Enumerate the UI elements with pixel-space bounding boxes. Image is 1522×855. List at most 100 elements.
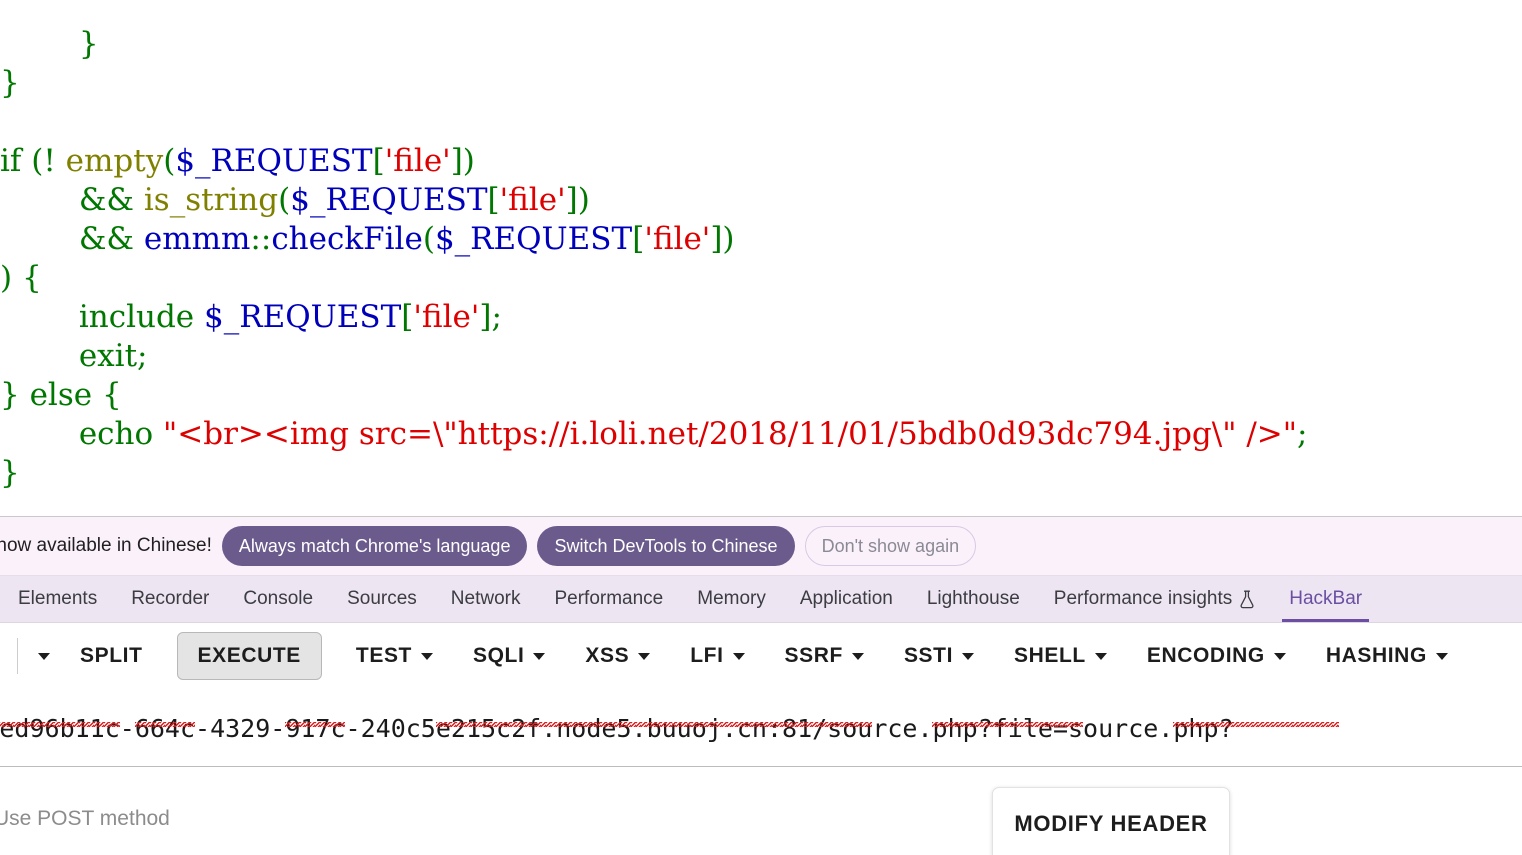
- code-token: ]): [565, 182, 590, 218]
- code-token: is_string: [143, 182, 279, 218]
- code-line: && emmm::checkFile($_REQUEST['file']): [0, 220, 1307, 259]
- hackbar-url-row: [0, 690, 1522, 767]
- code-token: ]): [710, 221, 735, 257]
- hackbar-shell-button[interactable]: SHELL: [1004, 644, 1117, 668]
- code-token: ]): [450, 143, 475, 179]
- code-token: 'file': [384, 143, 451, 179]
- code-token: [: [632, 221, 645, 257]
- modify-header-button[interactable]: MODIFY HEADER: [992, 787, 1230, 855]
- code-token: emmm: [143, 221, 251, 257]
- tab-label: Sources: [347, 588, 417, 609]
- code-token: 'file': [499, 182, 566, 218]
- hackbar-lfi-button[interactable]: LFI: [680, 644, 754, 668]
- php-source-code: }} if (! empty($_REQUEST['file']) && is_s…: [0, 25, 1307, 493]
- code-token: $_REQUEST: [434, 221, 633, 257]
- rendered-page-content: }} if (! empty($_REQUEST['file']) && is_s…: [0, 0, 1522, 516]
- tab-label: Lighthouse: [926, 588, 1020, 609]
- switch-devtools-to-chinese-button[interactable]: Switch DevTools to Chinese: [537, 526, 795, 566]
- devtools-tab-bar: Elements Recorder Console Sources Network Per…: [0, 576, 1522, 623]
- hackbar-hashing-button[interactable]: HASHING: [1316, 644, 1458, 668]
- devtools-tab-performance-insights[interactable]: Performance insights: [1037, 576, 1272, 622]
- code-line: } else {: [0, 376, 1307, 415]
- chevron-down-icon: [533, 652, 546, 660]
- code-token: 'file': [413, 299, 480, 335]
- code-line: if (! empty($_REQUEST['file']): [0, 142, 1307, 181]
- devtools-tab-memory[interactable]: Memory: [680, 576, 783, 622]
- hackbar-encoding-button[interactable]: ENCODING: [1137, 644, 1296, 668]
- hackbar-split-button[interactable]: SPLIT: [70, 644, 153, 668]
- hackbar-sqli-button[interactable]: SQLI: [463, 644, 555, 668]
- code-token: ::: [250, 221, 272, 257]
- code-token: }: [0, 455, 20, 491]
- code-token: $_REQUEST: [290, 182, 488, 218]
- hackbar-xss-button[interactable]: XSS: [575, 644, 660, 668]
- chevron-down-icon: [962, 652, 975, 660]
- code-token: exit;: [0, 338, 148, 374]
- code-token: (: [278, 182, 291, 218]
- code-token: &&: [0, 221, 144, 257]
- code-line: ) {: [0, 259, 1307, 298]
- tab-label: Recorder: [131, 588, 210, 609]
- url-input[interactable]: [0, 713, 1522, 743]
- button-label: SSRF: [784, 644, 843, 667]
- devtools-tab-application[interactable]: Application: [783, 576, 910, 622]
- hackbar-load-menu-button[interactable]: [32, 652, 56, 660]
- dont-show-again-button[interactable]: Don't show again: [804, 526, 977, 566]
- button-label: LFI: [690, 644, 724, 667]
- chevron-down-icon: [420, 652, 433, 660]
- devtools-tab-network[interactable]: Network: [434, 576, 538, 622]
- devtools-tab-performance[interactable]: Performance: [537, 576, 680, 622]
- tab-label: Network: [450, 588, 521, 609]
- devtools-language-notification: DevTools is now available in Chinese! Al…: [0, 517, 1522, 576]
- tab-label: Performance: [554, 588, 664, 609]
- devtools-tab-hackbar[interactable]: HackBar: [1272, 576, 1379, 622]
- chevron-down-icon: [1094, 652, 1107, 660]
- hackbar-execute-button[interactable]: EXECUTE: [176, 632, 322, 680]
- chevron-down-icon: [1435, 652, 1448, 660]
- code-token: [: [487, 182, 500, 218]
- tab-label: Console: [243, 588, 314, 609]
- hackbar-test-button[interactable]: TEST: [346, 644, 443, 668]
- code-token: ];: [479, 299, 502, 335]
- tab-label: HackBar: [1289, 588, 1363, 609]
- hackbar-toolbar: SPLIT EXECUTE TEST SQLI XSS LFI SSRF SSTI SHELL E…: [0, 623, 1522, 690]
- always-match-chrome-language-button[interactable]: Always match Chrome's language: [221, 526, 528, 566]
- use-post-method-label[interactable]: Use POST method: [0, 807, 170, 831]
- devtools-tab-console[interactable]: Console: [226, 576, 330, 622]
- devtools-tab-elements[interactable]: Elements: [0, 576, 114, 622]
- button-label: SHELL: [1014, 644, 1086, 667]
- code-line: }: [0, 454, 1307, 493]
- code-line: exit;: [0, 337, 1307, 376]
- code-token: }: [0, 65, 20, 101]
- button-label: SPLIT: [80, 644, 143, 667]
- devtools-tab-recorder[interactable]: Recorder: [114, 576, 226, 622]
- devtools-tab-sources[interactable]: Sources: [330, 576, 434, 622]
- devtools-tab-lighthouse[interactable]: Lighthouse: [910, 576, 1037, 622]
- code-token: (: [422, 221, 435, 257]
- chevron-down-icon: [1273, 652, 1286, 660]
- code-token: } else {: [0, 377, 122, 413]
- code-token: ;: [1297, 416, 1308, 452]
- code-token: if (!: [0, 143, 66, 179]
- code-token: include: [0, 299, 204, 335]
- code-token: $_REQUEST: [204, 299, 402, 335]
- tab-label: Elements: [18, 588, 98, 609]
- code-token: checkFile: [271, 221, 423, 257]
- code-line: include $_REQUEST['file'];: [0, 298, 1307, 337]
- code-token: &&: [0, 182, 144, 218]
- button-label: TEST: [355, 644, 412, 667]
- chevron-down-icon: [638, 652, 651, 660]
- language-notification-message: DevTools is now available in Chinese!: [0, 535, 212, 556]
- flask-icon: [1239, 590, 1255, 609]
- hackbar-ssti-button[interactable]: SSTI: [894, 644, 984, 668]
- code-token: "<br><img src=\"https://i.loli.net/2018/…: [163, 416, 1298, 452]
- hackbar-ssrf-button[interactable]: SSRF: [775, 644, 874, 668]
- code-token: [: [372, 143, 385, 179]
- code-line: && is_string($_REQUEST['file']): [0, 181, 1307, 220]
- tab-label: Application: [799, 588, 893, 609]
- chevron-down-icon: [38, 652, 50, 660]
- code-token: 'file': [644, 221, 711, 257]
- devtools-panel: DevTools is now available in Chinese! Al…: [0, 516, 1522, 855]
- code-line: }: [0, 25, 1307, 64]
